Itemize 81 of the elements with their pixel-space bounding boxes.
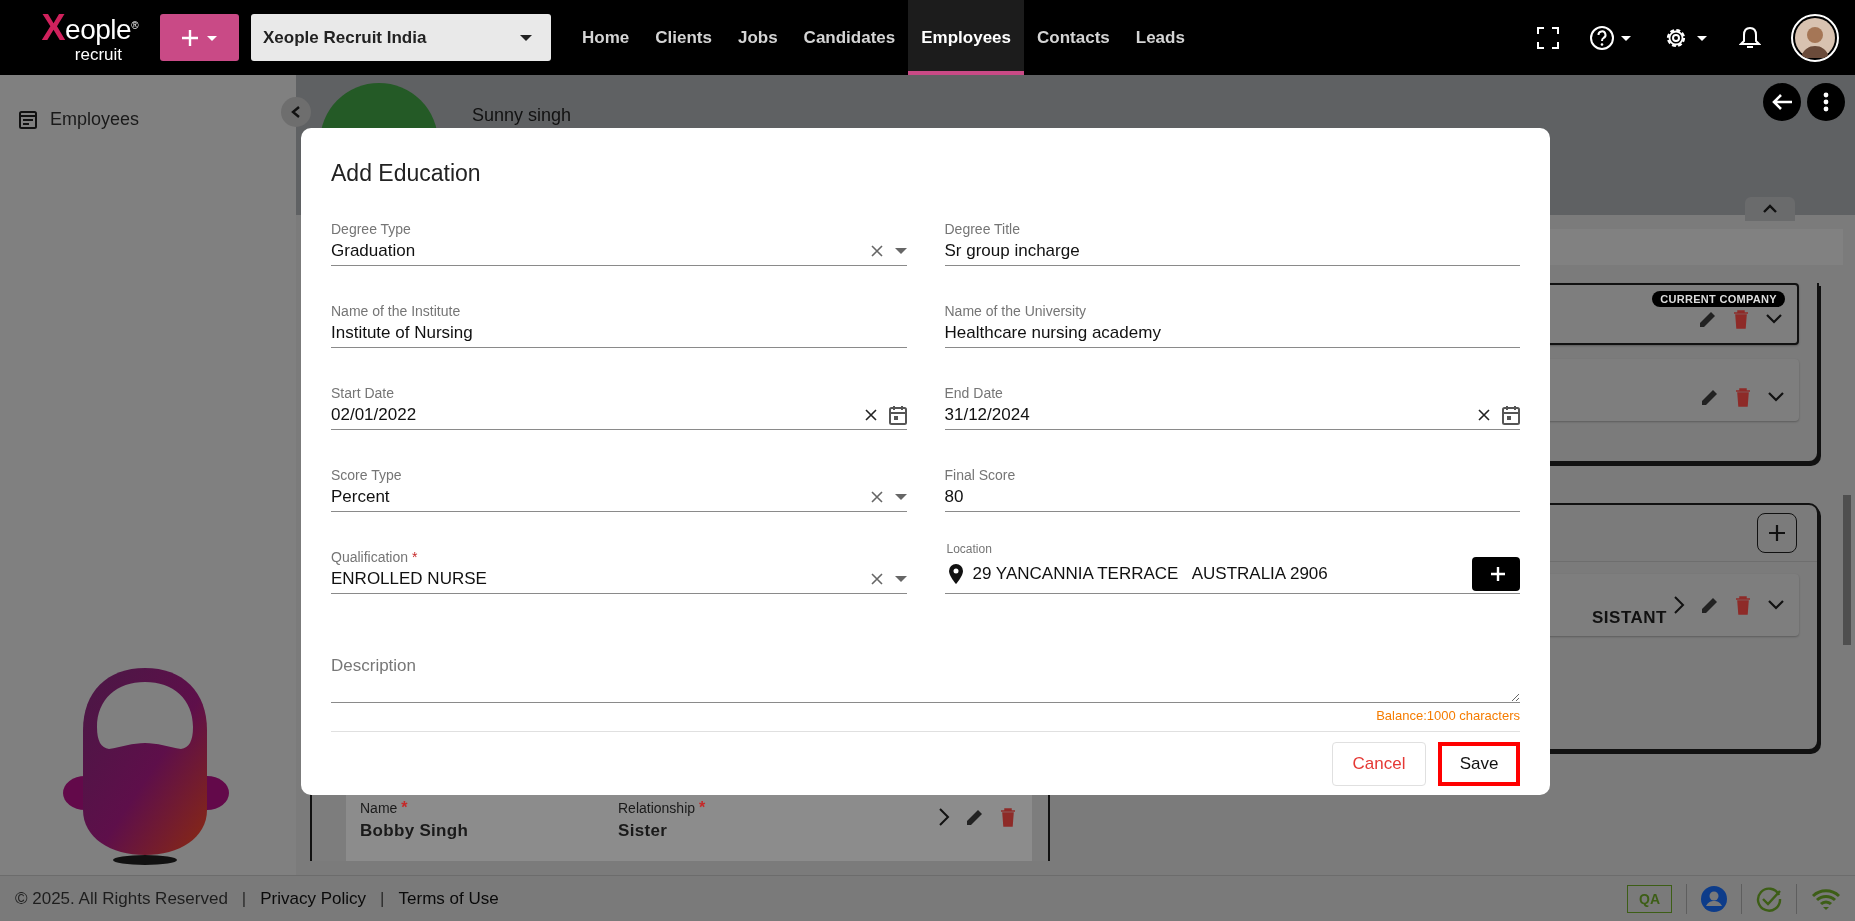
more-options-button[interactable] (1807, 83, 1845, 121)
input-field[interactable]: Name of the Institute Institute of Nursing (331, 296, 907, 348)
edit-icon[interactable] (1701, 596, 1719, 614)
more-vertical-icon (1823, 92, 1829, 112)
add-button[interactable] (160, 14, 239, 61)
field-label: Name (360, 800, 398, 816)
nav-tab[interactable]: Leads (1122, 0, 1198, 75)
delete-icon[interactable] (1000, 807, 1016, 827)
field-label: Relationship (618, 800, 696, 816)
scrollbar[interactable] (1843, 495, 1851, 645)
select-field[interactable]: Degree Type Graduation (331, 214, 907, 266)
environment-badge: QA (1627, 884, 1672, 913)
education-title: SISTANT (1592, 607, 1667, 628)
chevron-up-icon (1762, 204, 1778, 214)
collapse-sidebar-button[interactable] (281, 97, 311, 127)
add-location-button[interactable] (1472, 557, 1520, 591)
collapse-up-button[interactable] (1745, 197, 1795, 221)
notification-bell-icon[interactable] (1739, 25, 1761, 50)
plus-icon (1767, 523, 1787, 543)
required-mark: * (401, 799, 408, 817)
calendar-icon[interactable] (888, 405, 907, 425)
current-company-badge: CURRENT COMPANY (1652, 291, 1785, 307)
date-field[interactable]: Start Date 02/01/2022 (331, 378, 907, 430)
logo-tagline: recruit (74, 45, 122, 64)
expand-icon[interactable] (1767, 391, 1785, 403)
footer-separator: | (379, 888, 386, 909)
cancel-button[interactable]: Cancel (1332, 742, 1426, 786)
footer-link[interactable]: Privacy Policy (260, 888, 367, 909)
select-field[interactable]: Qualification * ENROLLED NURSE (331, 542, 907, 594)
add-button[interactable] (1757, 513, 1797, 553)
date-field[interactable]: End Date 31/12/2024 (944, 378, 1520, 430)
caret-icon (519, 33, 533, 42)
wifi-icon (1811, 887, 1841, 910)
back-button[interactable] (1763, 83, 1801, 121)
location-pin-icon (948, 564, 963, 584)
sidebar-item[interactable]: Employees (0, 75, 296, 164)
company-select[interactable]: Xeople Recruit India (251, 14, 551, 61)
chevron-left-icon (290, 105, 302, 119)
nav-tab[interactable]: Employees (908, 0, 1024, 75)
chevron-right-icon[interactable] (1673, 595, 1685, 615)
clear-icon[interactable] (1478, 409, 1490, 421)
user-icon[interactable] (1701, 885, 1727, 912)
logo-text: Xeople$^{®}$ (41, 11, 138, 46)
clear-icon[interactable] (864, 409, 877, 421)
input-field[interactable]: Final Score 80 (944, 460, 1520, 512)
dropdown-caret-icon[interactable] (894, 493, 907, 501)
expand-icon[interactable] (1767, 599, 1785, 611)
help-icon[interactable] (1589, 24, 1633, 51)
user-avatar[interactable] (1791, 13, 1839, 62)
copyright-text: © 2025. All Rights Reserved (15, 888, 228, 909)
nav-tab[interactable]: Home (569, 0, 643, 75)
list-icon (18, 109, 38, 130)
dropdown-caret-icon[interactable] (894, 575, 907, 583)
field-value: Sister (618, 821, 669, 841)
select-field[interactable]: Score Type Percent (331, 460, 907, 512)
nav-tab[interactable]: Clients (642, 0, 725, 75)
nav-tab[interactable]: Jobs (724, 0, 791, 75)
dropdown-caret-icon[interactable] (894, 247, 907, 255)
check-circle-icon[interactable] (1756, 885, 1782, 912)
calendar-icon[interactable] (1502, 405, 1520, 425)
required-mark: * (699, 799, 706, 817)
location-field[interactable]: Location 29 YANCANNIA TERRACE AUSTRALIA 2906 (944, 542, 1520, 594)
edit-icon[interactable] (1701, 388, 1719, 406)
input-field[interactable]: Degree Title Sr group incharge (944, 214, 1520, 266)
footer-link[interactable]: Terms of Use (398, 888, 499, 909)
chevron-right-icon[interactable] (938, 807, 950, 827)
fullscreen-icon[interactable] (1537, 26, 1559, 49)
nav-tab[interactable]: Candidates (790, 0, 909, 75)
character-balance-text: Balance:1000 characters (1376, 708, 1520, 723)
edit-icon[interactable] (1699, 310, 1717, 328)
arrow-left-icon (1771, 93, 1793, 111)
edit-icon[interactable] (966, 808, 984, 826)
nav-tab[interactable]: Contacts (1024, 0, 1123, 75)
input-field[interactable]: Name of the University Healthcare nursing academy (944, 296, 1520, 348)
save-button[interactable]: Save (1438, 742, 1520, 786)
footer-separator: | (240, 888, 248, 909)
field-value: Bobby Singh (360, 821, 470, 841)
expand-icon[interactable] (1765, 313, 1783, 325)
dialog-title: Add Education (331, 159, 481, 188)
employee-name: Sunny singh (472, 105, 572, 126)
plus-icon (1490, 566, 1506, 582)
